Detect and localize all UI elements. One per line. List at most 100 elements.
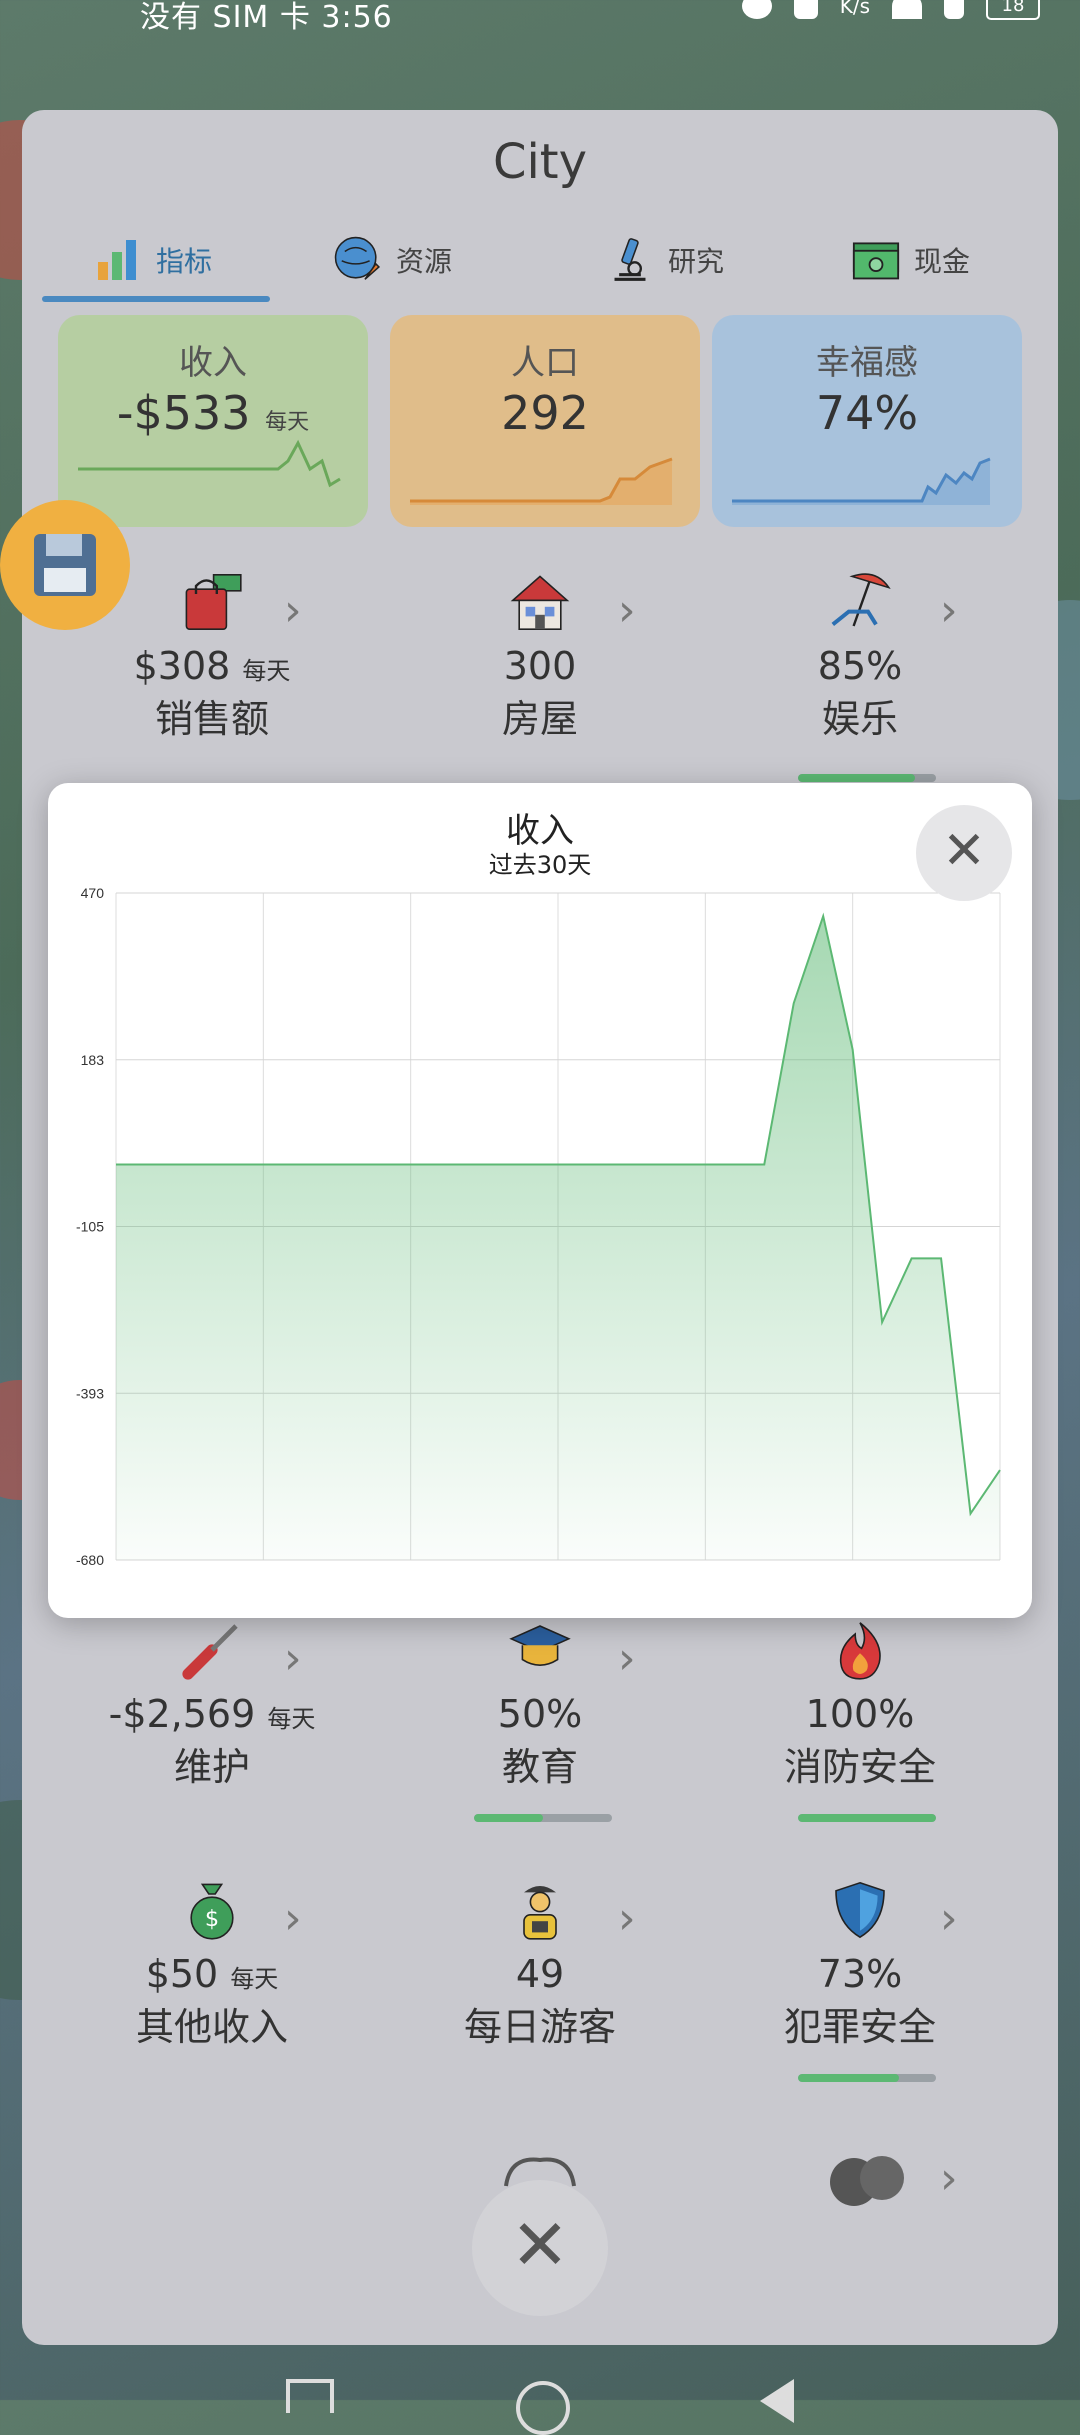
chevron-right-icon: › bbox=[284, 585, 302, 636]
y-tick-label: -680 bbox=[76, 1552, 104, 1568]
population-card[interactable]: 人口 292 bbox=[390, 315, 700, 527]
tab-label: 资源 bbox=[396, 245, 453, 278]
item-value: 100% bbox=[805, 1692, 915, 1736]
item-name: 每日游客 bbox=[463, 2005, 616, 2049]
tab-cash[interactable]: 现金 bbox=[852, 220, 970, 300]
fire-safety-progress bbox=[798, 1814, 936, 1822]
eye-icon bbox=[741, 0, 772, 19]
item-value: $308 每天 bbox=[133, 644, 291, 688]
card-label: 收入 bbox=[179, 343, 247, 383]
y-tick-label: 183 bbox=[81, 1052, 105, 1068]
item-value: 73% bbox=[817, 1952, 903, 1996]
income-chart-modal: 收入 过去30天 470 183 -105 -393 -680 ✕ bbox=[48, 783, 1032, 1618]
tourists-item[interactable]: 49 每日游客 bbox=[390, 1878, 690, 2051]
item-name: 教育 bbox=[501, 1745, 578, 1789]
chevron-right-icon: › bbox=[618, 1633, 636, 1684]
chevron-right-icon: › bbox=[284, 1633, 302, 1684]
income-sparkline bbox=[78, 439, 341, 488]
card-value: 74% bbox=[815, 386, 919, 440]
housing-item[interactable]: 300 房屋 bbox=[390, 570, 690, 743]
happiness-sparkline bbox=[732, 457, 991, 505]
close-panel-button[interactable]: ✕ bbox=[472, 2180, 608, 2316]
item-name: 娱乐 bbox=[821, 697, 898, 741]
item-value: 85% bbox=[817, 644, 903, 688]
tab-label: 指标 bbox=[156, 245, 213, 278]
item-name: 消防安全 bbox=[783, 1745, 936, 1789]
y-tick-label: -393 bbox=[76, 1385, 104, 1401]
tab-label: 现金 bbox=[914, 245, 971, 278]
y-tick-label: -105 bbox=[76, 1219, 104, 1235]
microscope-icon bbox=[614, 238, 646, 281]
tourist-icon bbox=[523, 1886, 557, 1940]
card-label: 幸福感 bbox=[816, 343, 918, 383]
recent-apps-icon bbox=[286, 2379, 334, 2413]
beach-chair-icon bbox=[831, 573, 891, 627]
entertainment-progress bbox=[798, 774, 936, 782]
chevron-right-icon: › bbox=[284, 1893, 302, 1944]
item-name: 其他收入 bbox=[135, 2005, 288, 2049]
tab-resources[interactable]: 资源 bbox=[334, 220, 452, 300]
status-bar: 没有 SIM 卡 3:56 K/s 18 bbox=[0, 0, 1080, 40]
item-name: 销售额 bbox=[154, 697, 269, 741]
population-sparkline bbox=[410, 457, 673, 505]
sim-icon bbox=[944, 0, 964, 19]
happiness-card[interactable]: 幸福感 74% bbox=[712, 315, 1022, 527]
education-item[interactable]: 50% 教育 bbox=[390, 1618, 690, 1791]
card-per-day: 每天 bbox=[265, 410, 310, 435]
wifi-icon bbox=[892, 0, 922, 19]
active-tab-indicator bbox=[42, 296, 270, 302]
tab-research[interactable]: 研究 bbox=[606, 220, 724, 300]
card-value: 292 bbox=[501, 386, 589, 440]
tab-metrics[interactable]: 指标 bbox=[94, 220, 212, 300]
item-value: 49 bbox=[515, 1952, 565, 1996]
income-chart: 470 183 -105 -393 -680 bbox=[76, 885, 1001, 1568]
entertainment-item[interactable]: 85% 娱乐 bbox=[710, 570, 1010, 743]
status-text: 没有 SIM 卡 3:56 bbox=[140, 0, 393, 35]
card-label: 人口 bbox=[511, 343, 579, 383]
graduation-cap-icon bbox=[509, 1625, 571, 1666]
fire-icon bbox=[839, 1622, 881, 1680]
network-speed: K/s bbox=[839, 0, 870, 18]
education-progress bbox=[474, 1814, 612, 1822]
cash-icon bbox=[852, 242, 900, 280]
y-tick-label: 470 bbox=[81, 885, 105, 901]
back-icon bbox=[760, 2379, 794, 2423]
save-button[interactable] bbox=[0, 500, 130, 630]
panel-title: City bbox=[492, 134, 588, 190]
system-nav-bar bbox=[0, 2345, 1080, 2435]
floppy-disk-icon bbox=[34, 534, 96, 596]
fire-safety-item[interactable]: 100% 消防安全 bbox=[710, 1618, 1010, 1791]
income-card[interactable]: 收入 -$533 每天 bbox=[58, 315, 368, 527]
shield-icon bbox=[835, 1881, 885, 1939]
crime-safety-item[interactable]: 73% 犯罪安全 bbox=[710, 1878, 1010, 2051]
screwdriver-icon bbox=[182, 1624, 238, 1680]
item-name: 犯罪安全 bbox=[783, 2005, 936, 2049]
chevron-right-icon: › bbox=[940, 2153, 958, 2204]
sack-icon bbox=[830, 2156, 904, 2206]
battery-icon: 18 bbox=[986, 0, 1040, 20]
item-name: 维护 bbox=[173, 1745, 250, 1789]
chevron-right-icon: › bbox=[618, 1893, 636, 1944]
globe-carrot-icon bbox=[334, 236, 381, 280]
shopping-bag-icon bbox=[185, 574, 242, 630]
house-icon bbox=[510, 575, 570, 630]
item-name: 房屋 bbox=[501, 697, 578, 741]
chevron-right-icon: › bbox=[940, 1893, 958, 1944]
item-value: 50% bbox=[497, 1692, 583, 1736]
maintenance-item[interactable]: -$2,569 每天 维护 bbox=[62, 1618, 362, 1791]
card-value: -$533 每天 bbox=[116, 386, 310, 440]
bar-chart-icon bbox=[98, 240, 136, 280]
mute-icon bbox=[793, 0, 818, 19]
chevron-right-icon: › bbox=[618, 585, 636, 636]
crime-safety-progress bbox=[798, 2074, 936, 2082]
svg-text:$: $ bbox=[205, 1906, 219, 1932]
chevron-right-icon: › bbox=[940, 585, 958, 636]
money-bag-icon: $ bbox=[190, 1883, 234, 1940]
item-value: 300 bbox=[503, 644, 577, 688]
home-icon bbox=[516, 2381, 570, 2435]
other-income-item[interactable]: $ $50 每天 其他收入 bbox=[62, 1878, 362, 2051]
item-value: -$2,569 每天 bbox=[108, 1692, 316, 1736]
close-chart-button[interactable]: ✕ bbox=[916, 805, 1012, 901]
item-value: $50 每天 bbox=[145, 1952, 279, 1996]
tab-label: 研究 bbox=[668, 245, 725, 278]
